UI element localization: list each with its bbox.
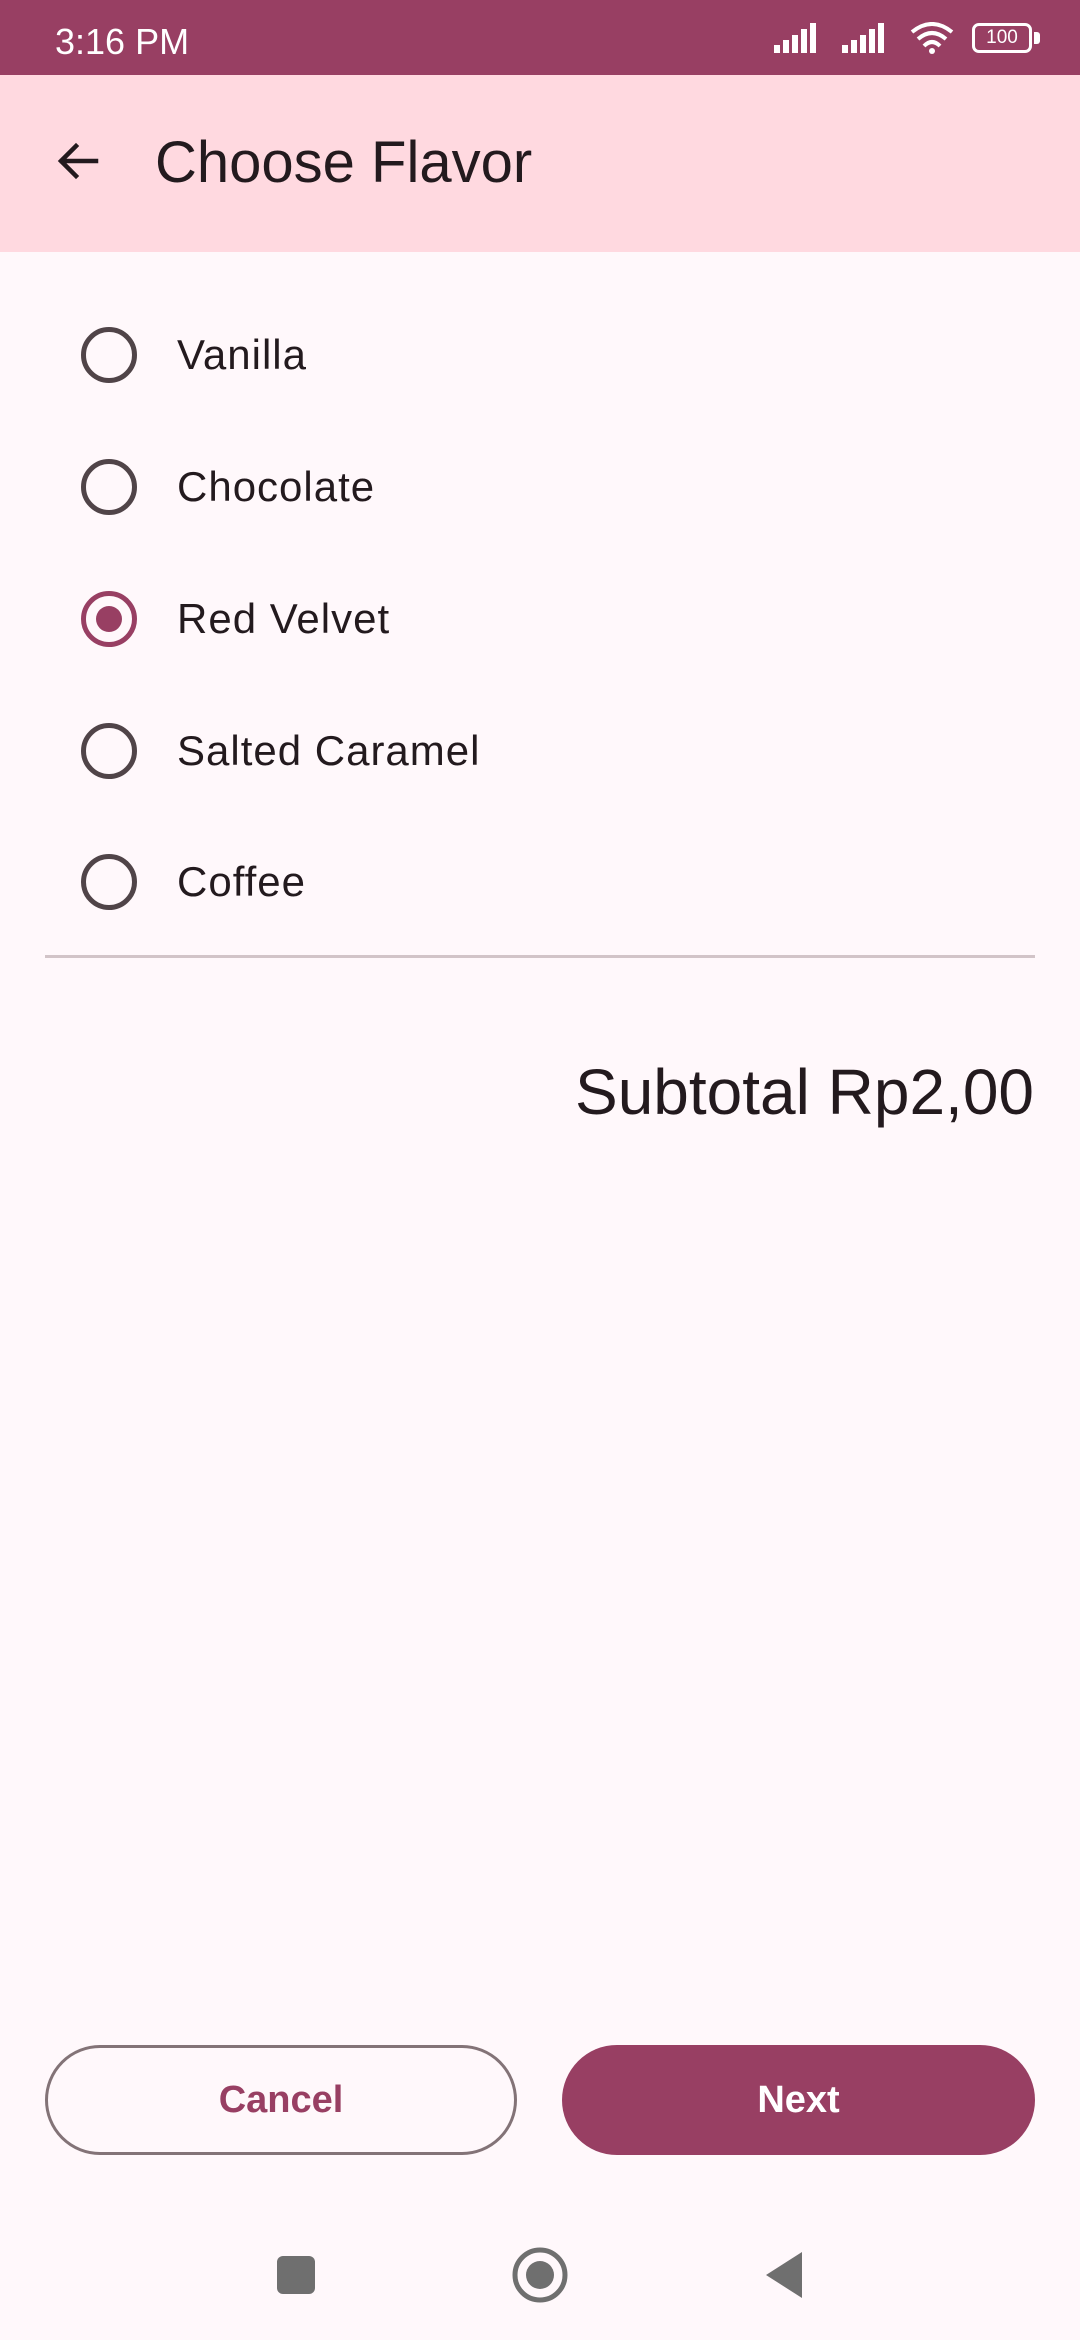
system-nav-bar	[0, 2210, 1080, 2340]
battery-icon: 100	[972, 23, 1040, 53]
option-label: Chocolate	[177, 463, 376, 510]
option-red-velvet[interactable]: Red Velvet	[60, 564, 1020, 674]
option-coffee[interactable]: Coffee	[60, 827, 1020, 937]
option-label: Coffee	[177, 858, 306, 905]
subtotal-text: Subtotal Rp2,00	[575, 1056, 1034, 1128]
back-triangle-icon	[766, 2252, 802, 2298]
back-button[interactable]	[38, 121, 118, 201]
cancel-button[interactable]: Cancel	[45, 2045, 517, 2155]
option-salted-caramel[interactable]: Salted Caramel	[60, 696, 1020, 806]
option-label: Red Velvet	[177, 595, 391, 642]
status-time: 3:16 PM	[55, 21, 190, 62]
page-title: Choose Flavor	[155, 130, 533, 195]
radio-button-selected[interactable]	[81, 591, 137, 647]
status-bar: 3:16 PM 100	[0, 0, 1080, 75]
battery-level: 100	[972, 23, 1032, 53]
radio-button[interactable]	[81, 327, 137, 383]
top-app-bar: Choose Flavor	[0, 75, 1080, 252]
option-vanilla[interactable]: Vanilla	[60, 300, 1020, 410]
signal-icon	[774, 23, 816, 53]
wifi-icon	[910, 22, 954, 54]
radio-button[interactable]	[81, 723, 137, 779]
radio-button[interactable]	[81, 459, 137, 515]
system-back-button[interactable]	[744, 2240, 824, 2310]
recents-button[interactable]	[256, 2240, 336, 2310]
option-label: Vanilla	[177, 331, 307, 378]
radio-button[interactable]	[81, 854, 137, 910]
signal-icon	[842, 23, 884, 53]
divider	[45, 955, 1035, 958]
recents-square-icon	[277, 2256, 315, 2294]
option-label: Salted Caramel	[177, 727, 481, 774]
arrow-back-icon	[57, 142, 99, 180]
status-icons: 100	[774, 22, 1040, 54]
next-button[interactable]: Next	[562, 2045, 1035, 2155]
option-chocolate[interactable]: Chocolate	[60, 432, 1020, 542]
home-circle-icon	[512, 2247, 568, 2303]
home-button[interactable]	[500, 2240, 580, 2310]
